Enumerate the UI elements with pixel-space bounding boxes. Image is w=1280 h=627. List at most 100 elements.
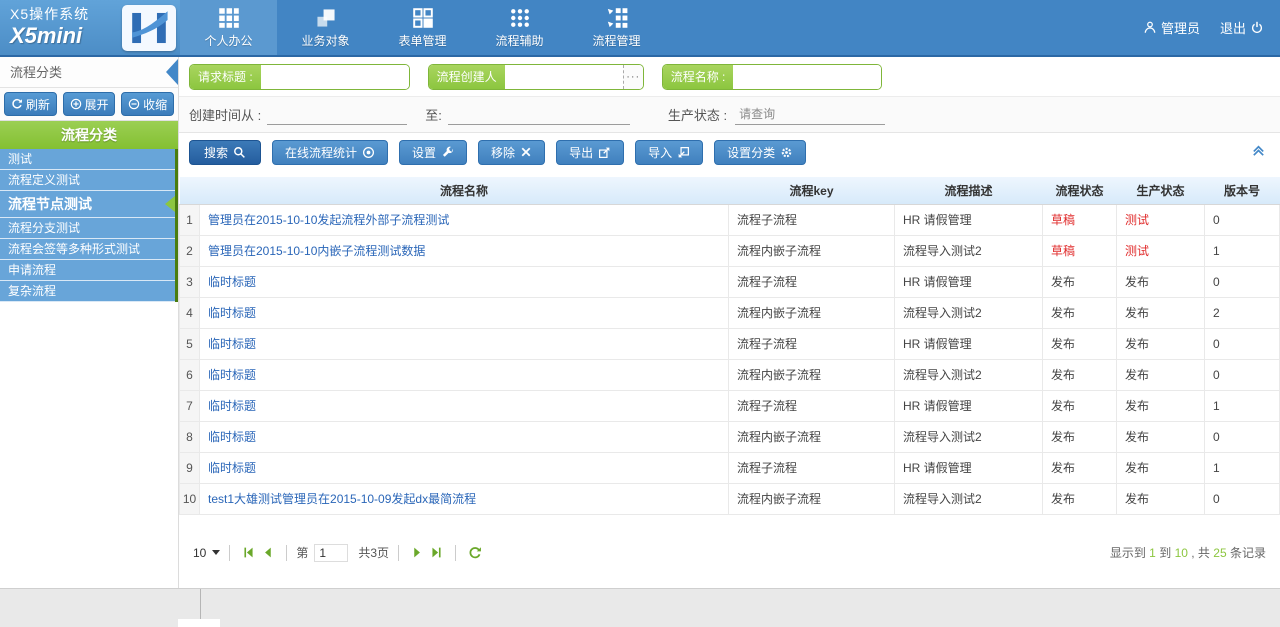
last-page-button[interactable]	[430, 546, 443, 559]
table-row[interactable]: 10 test1大雄测试管理员在2015-10-09发起dx最简流程 流程内嵌子…	[180, 483, 1280, 514]
process-link[interactable]: 管理员在2015-10-10发起流程外部子流程测试	[208, 213, 449, 227]
tab-process-management[interactable]: 流程管理	[568, 0, 665, 55]
target-icon	[362, 146, 375, 159]
gear-icon	[780, 146, 793, 159]
creator-input[interactable]	[505, 65, 623, 89]
sidebar-title: 流程分类	[10, 65, 62, 80]
brand: X5操作系统 X5mini	[10, 6, 89, 49]
creator-picker-button[interactable]: ···	[623, 65, 643, 89]
tab-form-management[interactable]: 表单管理	[374, 0, 471, 55]
process-link[interactable]: 临时标题	[208, 306, 256, 320]
settings-button[interactable]: 设置	[399, 140, 467, 165]
collapse-search-chevron-icon[interactable]	[1251, 143, 1266, 158]
status-badge: 发布	[1043, 390, 1117, 421]
search-button[interactable]: 搜索	[189, 140, 261, 165]
table-row[interactable]: 2 管理员在2015-10-10内嵌子流程测试数据 流程内嵌子流程 流程导入测试…	[180, 235, 1280, 266]
process-name-label: 流程名称 :	[663, 65, 734, 89]
process-link[interactable]: 临时标题	[208, 275, 256, 289]
process-link[interactable]: 临时标题	[208, 461, 256, 475]
sidebar-item-process-definition-test[interactable]: 流程定义测试	[0, 170, 175, 191]
next-page-button[interactable]	[411, 546, 424, 559]
tab-label: 流程管理	[592, 32, 640, 49]
created-from-input[interactable]	[267, 105, 407, 125]
refresh-button[interactable]: 刷新	[4, 92, 57, 116]
import-icon	[677, 146, 690, 159]
table-row[interactable]: 9 临时标题 流程子流程 HR 请假管理 发布 发布 1	[180, 452, 1280, 483]
refresh-label: 刷新	[26, 96, 50, 113]
tree-title: 流程分类	[61, 125, 117, 145]
sidebar-collapse-arrow-icon[interactable]	[166, 59, 178, 85]
prod-status-badge: 发布	[1117, 359, 1205, 390]
prev-page-button[interactable]	[261, 546, 274, 559]
request-title-input[interactable]	[261, 65, 409, 89]
table-row[interactable]: 5 临时标题 流程子流程 HR 请假管理 发布 发布 0	[180, 328, 1280, 359]
col-index	[180, 177, 200, 204]
tab-label: 个人办公	[204, 32, 252, 49]
table-row[interactable]: 3 临时标题 流程子流程 HR 请假管理 发布 发布 0	[180, 266, 1280, 297]
current-user[interactable]: 管理员	[1143, 18, 1200, 37]
sidebar-item-test[interactable]: 测试	[0, 149, 175, 170]
table-row[interactable]: 4 临时标题 流程内嵌子流程 流程导入测试2 发布 发布 2	[180, 297, 1280, 328]
col-prod-state: 生产状态	[1117, 177, 1205, 204]
product-name: X5mini	[10, 23, 89, 49]
process-link[interactable]: test1大雄测试管理员在2015-10-09发起dx最简流程	[208, 492, 476, 506]
request-title-group: 请求标题 :	[189, 64, 410, 90]
sidebar-item-countersign-test[interactable]: 流程会签等多种形式测试	[0, 239, 175, 260]
process-link[interactable]: 管理员在2015-10-10内嵌子流程测试数据	[208, 244, 425, 258]
prod-status-badge: 发布	[1117, 452, 1205, 483]
status-badge: 发布	[1043, 297, 1117, 328]
created-to-input[interactable]	[448, 105, 630, 125]
plus-circle-icon	[70, 98, 82, 110]
process-link[interactable]: 临时标题	[208, 368, 256, 382]
table-row[interactable]: 6 临时标题 流程内嵌子流程 流程导入测试2 发布 发布 0	[180, 359, 1280, 390]
selected-item-arrow-icon	[165, 196, 175, 212]
status-badge: 发布	[1043, 328, 1117, 359]
first-page-button[interactable]	[242, 546, 255, 559]
process-link[interactable]: 临时标题	[208, 399, 256, 413]
minus-circle-icon	[128, 98, 140, 110]
prod-state-input[interactable]	[735, 105, 885, 125]
pagination-bar: 10 第 共3页 显示到 1 到 10	[179, 539, 1280, 567]
refresh-icon	[11, 98, 23, 110]
online-process-stats-button[interactable]: 在线流程统计	[272, 140, 388, 165]
prod-status-badge: 发布	[1117, 297, 1205, 328]
tab-business-objects[interactable]: 业务对象	[277, 0, 374, 55]
wrench-icon	[441, 146, 454, 159]
page-size-value: 10	[193, 546, 206, 560]
export-button[interactable]: 导出	[556, 140, 624, 165]
remove-button[interactable]: 移除	[478, 140, 545, 165]
table-row[interactable]: 7 临时标题 流程子流程 HR 请假管理 发布 发布 1	[180, 390, 1280, 421]
tab-personal-office[interactable]: 个人办公	[180, 0, 277, 55]
tree-title-bar: 流程分类	[0, 121, 178, 149]
status-badge: 发布	[1043, 421, 1117, 452]
process-link[interactable]: 临时标题	[208, 337, 256, 351]
table-row[interactable]: 8 临时标题 流程内嵌子流程 流程导入测试2 发布 发布 0	[180, 421, 1280, 452]
set-category-button[interactable]: 设置分类	[714, 140, 806, 165]
sidebar-item-complex-process[interactable]: 复杂流程	[0, 281, 175, 302]
import-button[interactable]: 导入	[635, 140, 703, 165]
creator-group: 流程创建人 ···	[428, 64, 644, 90]
tab-label: 流程辅助	[495, 32, 543, 49]
expand-button[interactable]: 展开	[63, 92, 116, 116]
app-window: X5操作系统 X5mini 个人办公 业务对象 表单管理 流程辅助	[0, 0, 1280, 627]
sidebar-item-apply-process[interactable]: 申请流程	[0, 260, 175, 281]
logout-button[interactable]: 退出	[1220, 18, 1264, 37]
splitter-handle[interactable]	[178, 619, 220, 627]
status-badge: 发布	[1043, 266, 1117, 297]
reload-grid-button[interactable]	[468, 546, 482, 560]
sidebar-item-process-node-test[interactable]: 流程节点测试	[0, 191, 175, 218]
search-icon	[233, 146, 246, 159]
h-logo-icon	[122, 5, 176, 51]
process-link[interactable]: 临时标题	[208, 430, 256, 444]
prod-status-badge: 测试	[1117, 204, 1205, 235]
prod-status-badge: 测试	[1117, 235, 1205, 266]
collapse-button[interactable]: 收缩	[121, 92, 174, 116]
sidebar-item-process-branch-test[interactable]: 流程分支测试	[0, 218, 175, 239]
prod-status-badge: 发布	[1117, 483, 1205, 514]
current-page-input[interactable]	[314, 544, 348, 562]
table-row[interactable]: 1 管理员在2015-10-10发起流程外部子流程测试 流程子流程 HR 请假管…	[180, 204, 1280, 235]
tab-process-assist[interactable]: 流程辅助	[471, 0, 568, 55]
page-size-select[interactable]: 10	[193, 546, 220, 560]
process-name-input[interactable]	[733, 65, 881, 89]
divider	[229, 545, 230, 561]
